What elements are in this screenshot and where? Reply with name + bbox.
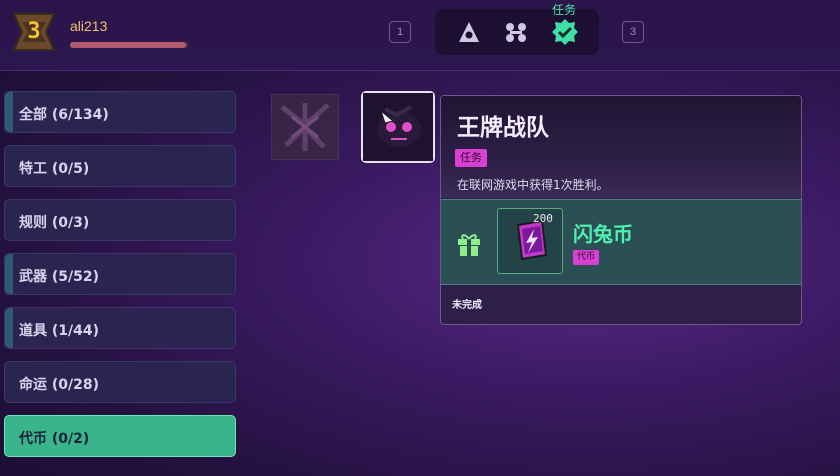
sidebar-item-label: 全部 (6/134) <box>19 107 109 123</box>
next-tab-key-hint[interactable]: 3 <box>622 21 644 43</box>
active-tab-label: 任务 <box>551 3 576 17</box>
achievement-title: 王牌战队 <box>457 115 549 141</box>
username: ali213 <box>70 18 108 34</box>
sidebar-item-label: 命运 (0/28) <box>19 377 100 393</box>
completion-status: 未完成 <box>452 300 482 311</box>
reward-count: 200 <box>533 212 553 225</box>
sidebar-item[interactable]: 特工 (0/5) <box>4 145 236 187</box>
sidebar-item[interactable]: 代币 (0/2) <box>4 415 236 457</box>
eye-triangle-icon <box>459 22 479 42</box>
masked-character-icon <box>363 93 433 161</box>
sidebar-item[interactable]: 武器 (5/52) <box>4 253 236 295</box>
tab-nodes[interactable] <box>501 17 531 47</box>
sidebar-item-marker <box>5 92 13 132</box>
achievement-tooltip: 王牌战队 任务 在联网游戏中获得1次胜利。 200 闪兔币 代币 未完成 <box>440 95 802 325</box>
sidebar-item-marker <box>5 254 13 294</box>
level-badge: 3 <box>8 10 60 54</box>
locked-item-icon <box>272 95 338 159</box>
xp-bar <box>70 42 188 48</box>
tab-eye-triangle[interactable] <box>454 17 484 47</box>
sidebar-item[interactable]: 全部 (6/134) <box>4 91 236 133</box>
reward-section: 200 闪兔币 代币 <box>441 199 801 285</box>
item-slot-selected[interactable] <box>361 91 435 163</box>
reward-type-tag: 代币 <box>573 250 600 265</box>
sidebar-item-label: 武器 (5/52) <box>19 269 100 285</box>
sidebar-item[interactable]: 道具 (1/44) <box>4 307 236 349</box>
check-badge-icon <box>552 19 578 45</box>
xp-fill <box>70 42 186 48</box>
level-number: 3 <box>27 19 41 44</box>
tooltip-header: 王牌战队 任务 在联网游戏中获得1次胜利。 <box>441 96 801 198</box>
reward-name: 闪兔币 <box>573 222 633 246</box>
nodes-icon <box>506 23 526 42</box>
sidebar-item-label: 特工 (0/5) <box>19 161 90 177</box>
sidebar-item-label: 道具 (1/44) <box>19 323 100 339</box>
prev-tab-key-hint[interactable]: 1 <box>389 21 411 43</box>
sidebar-item-label: 规则 (0/3) <box>19 215 90 231</box>
reward-item-card[interactable] <box>497 208 563 274</box>
sidebar-item-marker <box>5 308 13 348</box>
sidebar-item[interactable]: 命运 (0/28) <box>4 361 236 403</box>
gift-icon <box>458 234 480 256</box>
sidebar-item[interactable]: 规则 (0/3) <box>4 199 236 241</box>
item-slot-locked[interactable] <box>271 94 339 160</box>
achievement-type-tag: 任务 <box>455 149 487 167</box>
tab-tasks[interactable] <box>550 17 580 47</box>
achievement-description: 在联网游戏中获得1次胜利。 <box>457 178 609 192</box>
top-bar: 3 ali213 1 任务 3 <box>0 0 840 71</box>
sidebar-item-label: 代币 (0/2) <box>19 431 90 447</box>
